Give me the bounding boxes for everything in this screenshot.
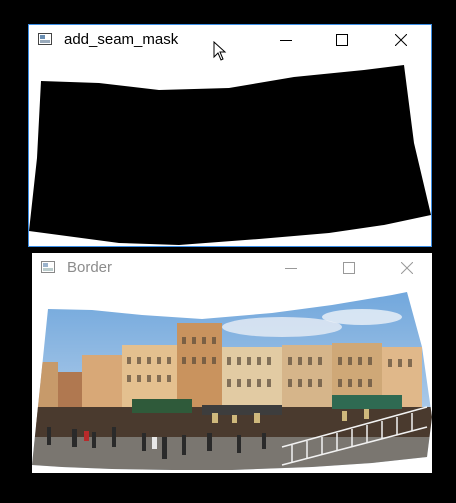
seam-mask-canvas [29, 63, 431, 246]
titlebar[interactable]: add_seam_mask [29, 25, 431, 55]
add-seam-mask-window: add_seam_mask [28, 24, 432, 247]
titlebar[interactable]: Border [32, 253, 432, 283]
window-title: add_seam_mask [64, 31, 179, 48]
close-button[interactable] [384, 253, 430, 283]
panorama-canvas [32, 287, 432, 473]
seam-mask-image [29, 65, 431, 245]
minimize-icon [285, 268, 297, 269]
border-window: Border [32, 253, 432, 473]
close-icon [401, 262, 413, 274]
mouse-cursor-icon [213, 41, 227, 61]
minimize-button[interactable] [268, 253, 314, 283]
panorama-image [32, 292, 432, 470]
app-icon [41, 261, 55, 273]
minimize-icon [280, 40, 292, 41]
close-button[interactable] [378, 25, 424, 55]
maximize-button[interactable] [326, 253, 372, 283]
close-icon [395, 34, 407, 46]
maximize-button[interactable] [319, 25, 365, 55]
minimize-button[interactable] [263, 25, 309, 55]
maximize-icon [336, 34, 348, 46]
app-icon [38, 33, 52, 45]
window-title: Border [67, 259, 113, 276]
maximize-icon [343, 262, 355, 274]
